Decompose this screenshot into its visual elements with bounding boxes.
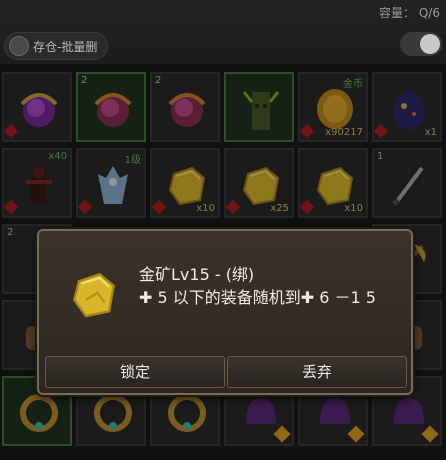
top-bar: 容量： Q/6 存仓-批量删 xyxy=(0,0,446,64)
gold-ore-icon xyxy=(73,272,115,318)
warehouse-icon xyxy=(9,36,29,56)
toggle-knob xyxy=(420,34,440,54)
item-name: 金矿Lv15 - (绑) xyxy=(139,265,255,284)
item-description: ✚ 5 以下的装备随机到✚ 6 －1 5 xyxy=(139,288,376,307)
lock-button[interactable]: 锁定 xyxy=(45,356,225,388)
discard-button[interactable]: 丢弃 xyxy=(227,356,407,388)
toggle-switch[interactable] xyxy=(400,32,442,56)
capacity-label: 容量： Q/6 xyxy=(379,6,440,20)
deposit-batch-label: 存仓-批量删 xyxy=(33,39,98,54)
deposit-batch-button[interactable]: 存仓-批量删 xyxy=(4,32,109,60)
item-detail-dialog: 金矿Lv15 - (绑) ✚ 5 以下的装备随机到✚ 6 －1 5 锁定 丢弃 xyxy=(37,229,413,395)
